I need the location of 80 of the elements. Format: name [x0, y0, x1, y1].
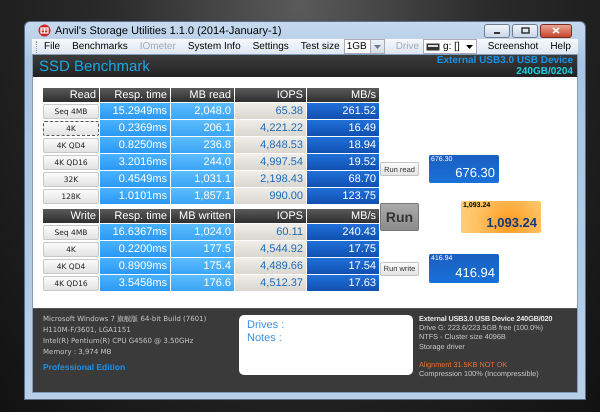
table-cell: 990.00: [235, 188, 306, 204]
menu-item[interactable]: Screenshot: [484, 40, 542, 53]
column-header: MB read: [171, 88, 234, 102]
table-cell: 68.70: [307, 171, 379, 187]
device-name: External USB3.0 USB Device: [436, 55, 573, 66]
close-icon: [552, 27, 560, 34]
table-cell: 244.0: [171, 154, 234, 170]
table-cell: 0.2200ms: [100, 241, 170, 257]
table-cell: 0.4549ms: [100, 171, 170, 187]
table-cell: 60.11: [235, 224, 306, 240]
table-cell: 240.43: [307, 224, 379, 240]
table-cell: 17.54: [307, 258, 379, 274]
minimize-button[interactable]: [484, 24, 510, 38]
app-icon: [38, 24, 51, 37]
column-header: Read: [43, 88, 99, 102]
column-header: MB written: [171, 209, 234, 223]
table-cell: 4,997.54: [235, 154, 306, 170]
table-cell: 65.38: [235, 103, 306, 119]
menu-item[interactable]: System Info: [184, 40, 245, 53]
table-cell: 176.6: [171, 275, 234, 291]
table-cell: 236.8: [171, 137, 234, 153]
table-cell: 1.0101ms: [100, 188, 170, 204]
table-cell: 16.49: [307, 120, 379, 136]
table-cell: 2,198.43: [235, 171, 306, 187]
notes-label: Notes :: [247, 332, 282, 345]
table-cell: 17.75: [307, 241, 379, 257]
table-cell: 206.1: [171, 120, 234, 136]
table-cell: 3.2016ms: [100, 154, 170, 170]
table-cell: 4,489.66: [235, 258, 306, 274]
menu-item[interactable]: Benchmarks: [68, 40, 132, 53]
table-cell: 4,544.92: [235, 241, 306, 257]
table-cell: 17.63: [307, 275, 379, 291]
table-cell: 4,512.37: [235, 275, 306, 291]
column-header: IOPS: [235, 209, 306, 223]
maximize-button[interactable]: [512, 24, 538, 38]
score-value: 416.94: [455, 265, 495, 280]
maximize-icon: [520, 27, 530, 34]
test-size-dropdown[interactable]: 1GB: [344, 39, 385, 54]
table-cell: 1,031.1: [171, 171, 234, 187]
menu-item[interactable]: Settings: [248, 40, 293, 53]
table-cell: 1,857.1: [171, 188, 234, 204]
run-button[interactable]: Run: [380, 203, 419, 231]
table-cell: 261.52: [307, 103, 379, 119]
drives-label: Drives :: [247, 319, 284, 332]
table-cell: 4,848.53: [235, 137, 306, 153]
table-cell: 15.2949ms: [100, 103, 170, 119]
table-cell: 0.8250ms: [100, 137, 170, 153]
page-title: SSD Benchmark: [39, 58, 150, 74]
table-cell: 3.5458ms: [100, 275, 170, 291]
table-cell: 1,024.0: [171, 224, 234, 240]
table-cell: 0.8909ms: [100, 258, 170, 274]
caret-icon: [466, 44, 473, 48]
column-header: Resp. time: [100, 209, 170, 223]
score-value: 676.30: [455, 165, 495, 180]
table-cell: 19.52: [307, 154, 379, 170]
table-cell: 0.2369ms: [100, 120, 170, 136]
table-cell: 177.5: [171, 241, 234, 257]
column-header: MB/s: [307, 88, 379, 102]
device-capacity: 240GB/0204: [516, 66, 573, 77]
menu-item[interactable]: Help: [546, 40, 575, 53]
column-header: IOPS: [235, 88, 306, 102]
column-header: Resp. time: [100, 88, 170, 102]
menu-item[interactable]: File: [40, 40, 64, 53]
field-label: Test size: [300, 40, 341, 53]
drive-dropdown[interactable]: g: []: [423, 39, 477, 54]
column-header: MB/s: [307, 209, 379, 223]
caret-icon: [374, 44, 381, 48]
table-cell: 4,221.22: [235, 120, 306, 136]
close-button[interactable]: [540, 24, 572, 38]
column-header: Write: [43, 209, 99, 223]
window-title: Anvil's Storage Utilities 1.1.0 (2014-January-1): [55, 24, 282, 36]
table-cell: 123.75: [307, 188, 379, 204]
table-cell: 175.4: [171, 258, 234, 274]
score-value: 1,093.24: [486, 215, 537, 230]
edition-label: Professional Edition: [43, 362, 126, 373]
table-cell: 2,048.0: [171, 103, 234, 119]
table-cell: 16.6367ms: [100, 224, 170, 240]
table-cell: 18.94: [307, 137, 379, 153]
drive-icon: [426, 42, 440, 50]
field-label: Drive: [394, 40, 420, 53]
